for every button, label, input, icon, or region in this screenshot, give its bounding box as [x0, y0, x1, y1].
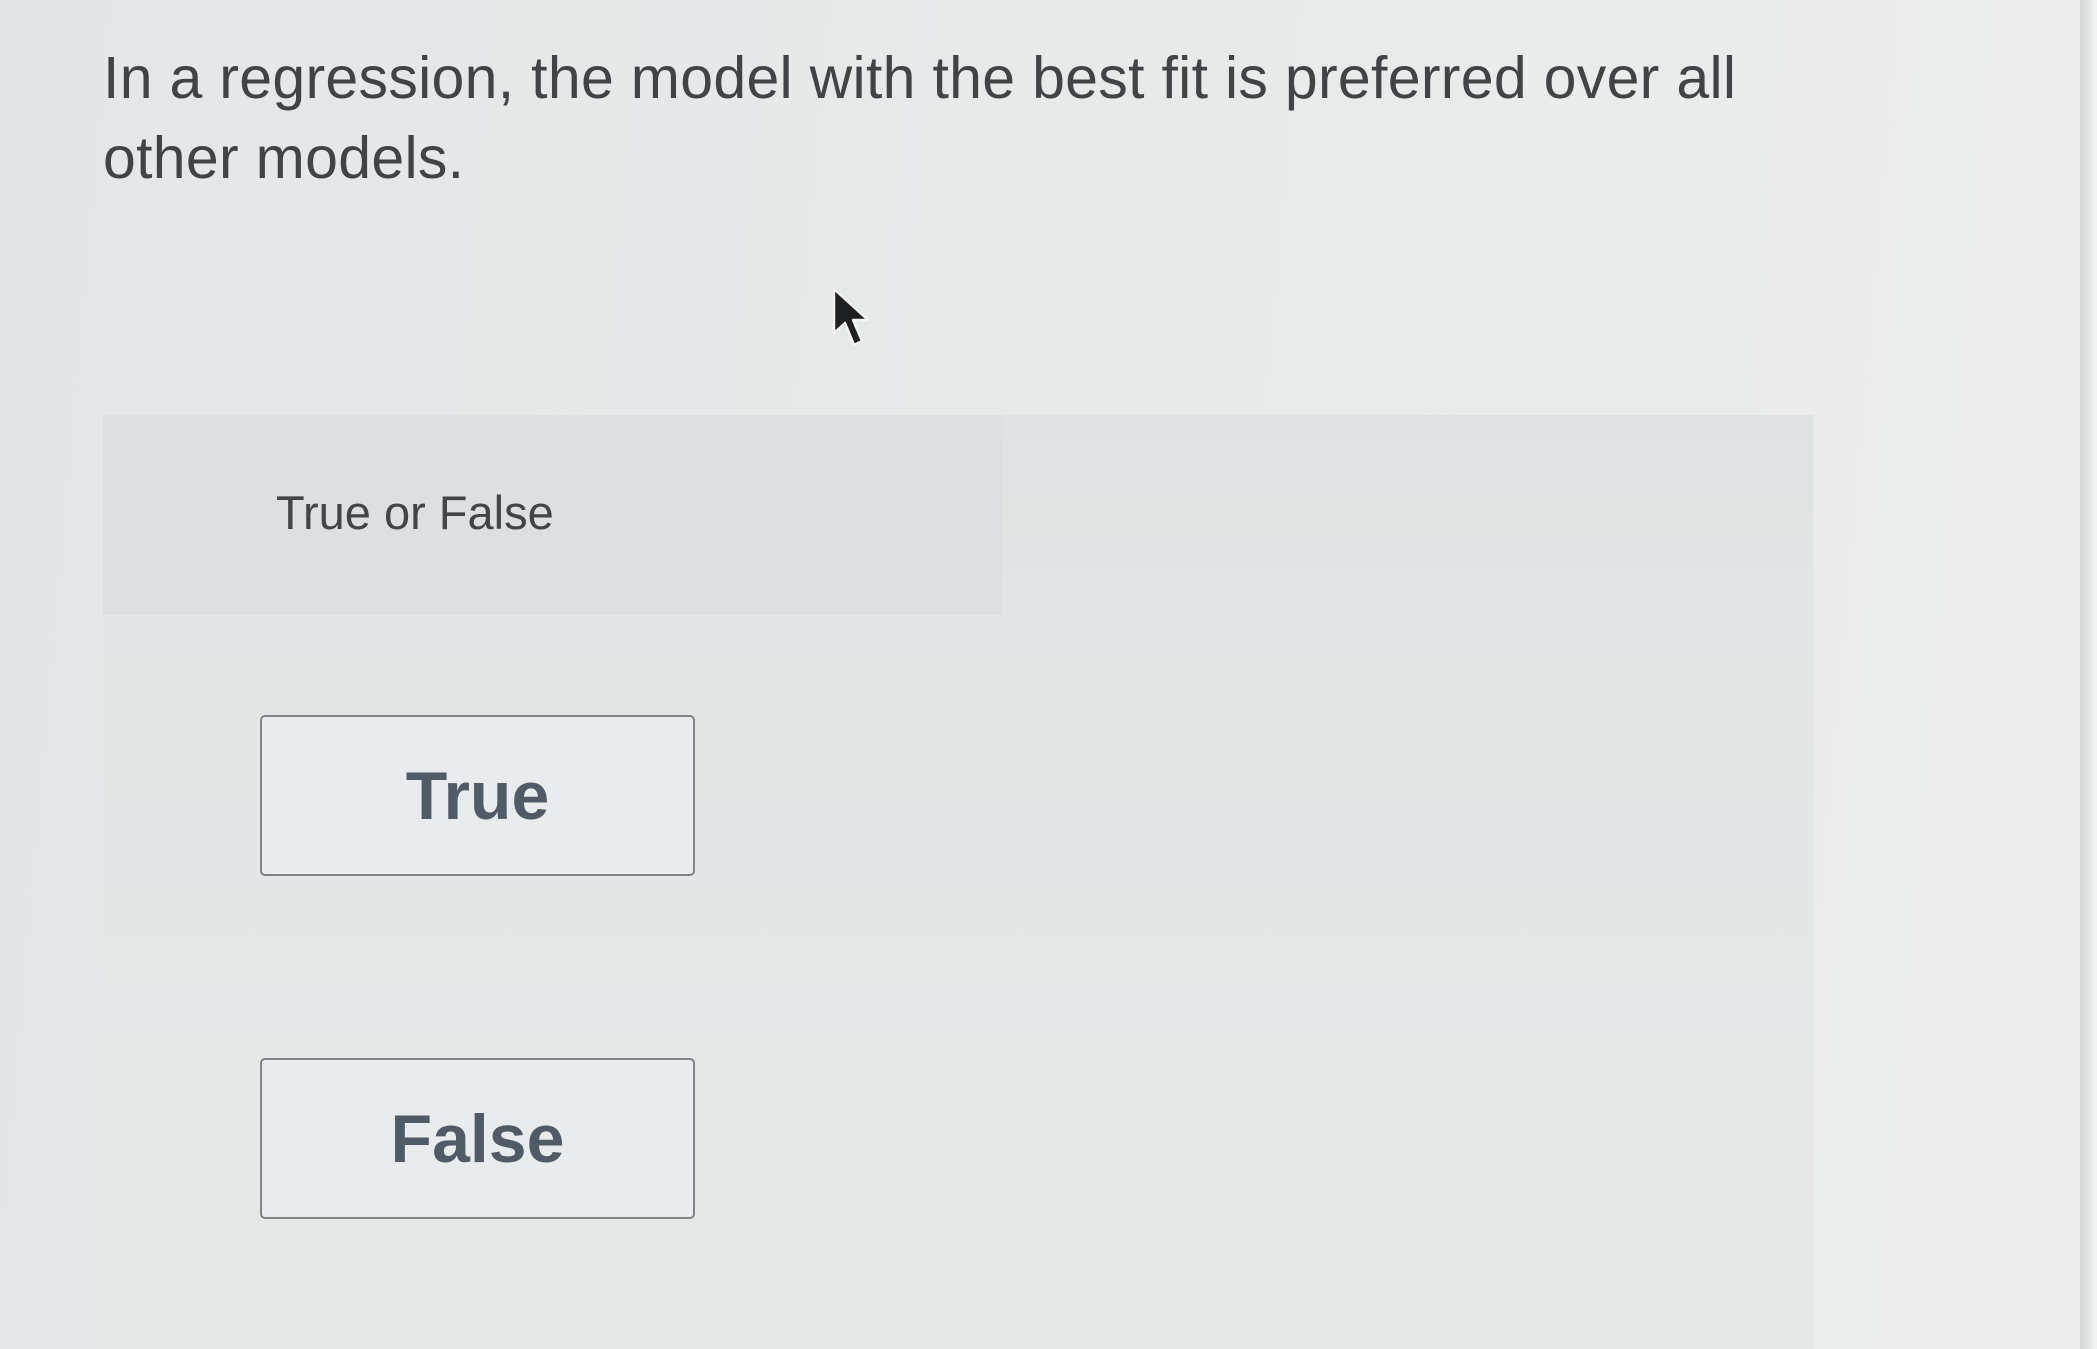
- false-option-button[interactable]: False: [260, 1058, 695, 1219]
- screen: In a regression, the model with the best…: [0, 0, 2080, 1349]
- answer-panel: True or False True False: [103, 415, 1813, 1349]
- question-text: In a regression, the model with the best…: [103, 45, 1737, 191]
- screen-bezel-edge: [2080, 0, 2097, 1349]
- mouse-pointer-icon: [832, 287, 870, 347]
- true-option-button[interactable]: True: [260, 715, 695, 876]
- prompt-label: True or False: [276, 486, 554, 539]
